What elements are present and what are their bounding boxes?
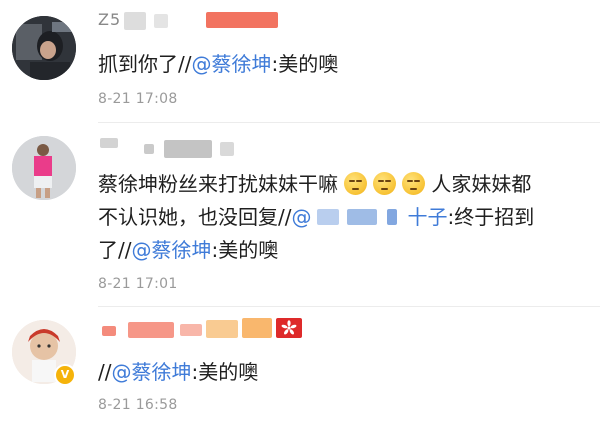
sleepy-face-emoji <box>373 172 397 195</box>
comment-text-segment: 抓到你了// <box>98 52 192 76</box>
mention-link[interactable]: @ <box>291 205 311 229</box>
comment-text-segment: :美的噢 <box>191 360 259 384</box>
comment-text-segment: 人家妹妹都 <box>431 172 532 196</box>
username[interactable]: Z5 <box>98 10 298 32</box>
username[interactable] <box>98 318 358 340</box>
comment-text: 蔡徐坤粉丝来打扰妹妹干嘛 人家妹妹都 不认识她，也没回复//@ 十子:终于招到 … <box>98 168 588 267</box>
comment-time: 8-21 16:58 <box>98 397 178 413</box>
avatar[interactable] <box>12 16 76 80</box>
comment-text-segment: 不认识她，也没回复// <box>98 205 292 229</box>
username-blur-red <box>128 322 174 338</box>
mention-link[interactable]: @蔡徐坤 <box>131 238 211 262</box>
comment-line: 蔡徐坤粉丝来打扰妹妹干嘛 人家妹妹都 <box>98 168 588 201</box>
divider <box>98 306 600 307</box>
username[interactable] <box>98 136 298 158</box>
sleepy-face-emoji <box>402 172 426 195</box>
comment-text-segment: 蔡徐坤粉丝来打扰妹妹干嘛 <box>98 172 338 196</box>
comment-text: 抓到你了//@蔡徐坤:美的噢 <box>98 48 588 81</box>
comment-text-segment: // <box>98 360 112 384</box>
comment-text-segment: :美的噢 <box>271 52 339 76</box>
username-blur-orange <box>206 320 238 338</box>
sleepy-face-emoji <box>344 172 368 195</box>
comment-text-segment: 了// <box>98 238 132 262</box>
username-blur-red <box>206 12 278 28</box>
flag-icon <box>276 318 302 338</box>
username-blur <box>164 140 212 158</box>
username-blur <box>144 144 154 154</box>
mention-link[interactable]: 十子 <box>407 205 447 229</box>
mention-link[interactable]: @蔡徐坤 <box>191 52 271 76</box>
username-blur-red <box>180 324 202 336</box>
comment-line: 了//@蔡徐坤:美的噢 <box>98 234 588 267</box>
mention-blur <box>311 207 407 227</box>
comment-time: 8-21 17:08 <box>98 91 178 107</box>
avatar[interactable] <box>12 136 76 200</box>
username-blur-red <box>102 326 116 336</box>
comment-text-segment: :终于招到 <box>447 205 535 229</box>
divider <box>98 122 600 123</box>
username-blur <box>100 138 118 148</box>
username-visible-text: Z5 <box>98 10 122 29</box>
username-blur <box>124 12 146 30</box>
mention-link[interactable]: @蔡徐坤 <box>111 360 191 384</box>
username-blur <box>220 142 234 156</box>
username-blur-orange <box>242 318 272 338</box>
comment-text: //@蔡徐坤:美的噢 <box>98 356 588 389</box>
verified-badge-icon: V <box>54 364 76 386</box>
comment-time: 8-21 17:01 <box>98 276 178 292</box>
username-blur <box>154 14 168 28</box>
comment-line: 不认识她，也没回复//@ 十子:终于招到 <box>98 201 588 234</box>
comment-text-segment: :美的噢 <box>211 238 279 262</box>
